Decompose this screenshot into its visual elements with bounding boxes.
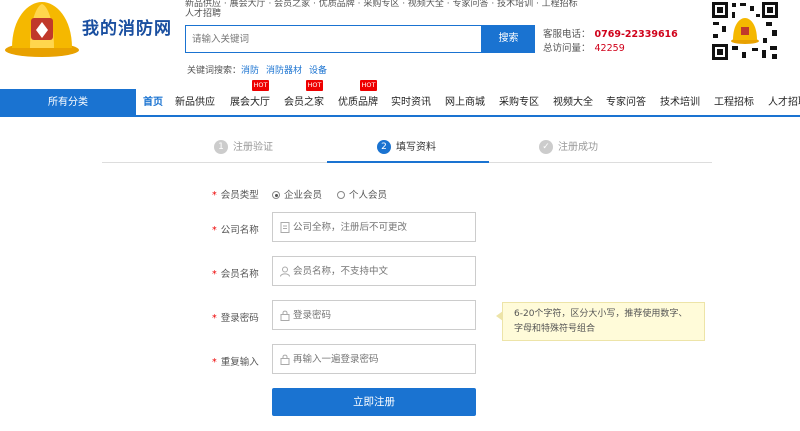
hotline-label: 客服电话： [543,29,591,40]
nav-item-home[interactable]: 首页 [143,89,163,117]
password-field [272,300,476,330]
nav-item-members[interactable]: 会员之家 HOT [284,80,324,117]
visits-count: 42259 [594,43,625,54]
nav-item-label: 展会大厅 [230,97,270,108]
password-label: * 登录密码 [212,313,259,324]
check-icon: ✓ [539,140,553,154]
register-now-button[interactable]: 立即注册 [272,388,476,416]
nav-item-experts[interactable]: 专家问答 [606,89,646,117]
nav-item-new-products[interactable]: 新品供应 [175,89,215,117]
top-links-secondary[interactable]: 人才招聘 [185,6,221,19]
radio-button-icon[interactable] [337,191,345,199]
visits-label: 总访问量： [543,43,591,54]
hotline-number: 0769-22339616 [594,29,678,40]
site-header: 我的消防网 新品供应 · 展会大厅 · 会员之家 · 优质品牌 · 采购专区 ·… [0,0,800,89]
member-name-label: * 会员名称 [212,269,259,280]
password-tip: 6-20个字符，区分大小写，推荐使用数字、字母和特殊符号组合 [496,302,705,341]
top-links[interactable]: 新品供应 · 展会大厅 · 会员之家 · 优质品牌 · 采购专区 · 视频大全 … [185,0,578,9]
step-label: 注册成功 [558,142,598,153]
main-nav: 所有分类 首页 新品供应 展会大厅 HOT 会员之家 HOT 优质品牌 HOT 实时资… [0,80,800,117]
company-name-input[interactable] [293,213,473,241]
member-name-field [272,256,476,286]
step-label: 填写资料 [396,142,436,153]
step-verify: 1 注册验证 [214,137,273,163]
keyword-link[interactable]: 消防 [241,66,259,76]
hot-badge: HOT [252,80,269,91]
hotline: 客服电话： 0769-22339616 [543,26,678,40]
nav-item-brands[interactable]: 优质品牌 HOT [338,80,378,117]
radio-label: 个人会员 [349,190,388,201]
lock-icon [280,310,290,321]
keyword-link[interactable]: 设备 [309,66,327,76]
search-box [185,25,482,53]
nav-item-purchase[interactable]: 采购专区 [499,89,539,117]
keyword-search: 关键词搜索：消防 消防器材 设备 [187,63,334,76]
company-name-field [272,212,476,242]
nav-item-label: 优质品牌 [338,97,378,108]
member-type-label: * 会员类型 [212,190,259,201]
step-number: 1 [214,140,228,154]
member-name-input[interactable] [293,257,473,285]
search-input[interactable] [186,26,481,52]
step-fill-info: 2 填写资料 [377,137,436,163]
step-success: ✓ 注册成功 [539,137,598,163]
nav-item-jobs[interactable]: 人才招聘 [768,89,800,117]
nav-item-exhibition[interactable]: 展会大厅 HOT [230,80,270,117]
radio-button-icon[interactable] [272,191,280,199]
fire-helmet-logo-icon[interactable] [4,0,82,58]
qr-code-icon [710,0,780,62]
visit-counter: 总访问量： 42259 [543,40,625,54]
confirm-password-field [272,344,476,374]
nav-item-label: 会员之家 [284,97,324,108]
radio-label: 企业会员 [284,190,323,201]
keyword-link[interactable]: 消防器材 [266,66,302,76]
nav-item-videos[interactable]: 视频大全 [553,89,593,117]
hot-badge: HOT [306,80,323,91]
confirm-password-label: * 重复输入 [212,357,259,368]
step-label: 注册验证 [233,142,273,153]
registration-steps: 1 注册验证 2 填写资料 ✓ 注册成功 [102,137,712,163]
nav-item-bidding[interactable]: 工程招标 [714,89,754,117]
nav-item-news[interactable]: 实时资讯 [391,89,431,117]
radio-personal-member[interactable]: 个人会员 [337,187,387,201]
lock-icon [280,354,290,365]
search-button[interactable]: 搜索 [482,25,535,53]
all-categories-button[interactable]: 所有分类 [0,89,136,117]
keywords-label: 关键词搜索： [187,66,242,76]
document-icon [280,222,290,233]
password-input[interactable] [293,301,473,329]
hot-badge: HOT [360,80,377,91]
active-step-indicator [327,161,489,163]
step-number: 2 [377,140,391,154]
confirm-password-input[interactable] [293,345,473,373]
site-name[interactable]: 我的消防网 [82,14,172,39]
radio-enterprise-member[interactable]: 企业会员 [272,187,322,201]
company-name-label: * 公司名称 [212,225,259,236]
nav-item-training[interactable]: 技术培训 [660,89,700,117]
user-icon [280,266,290,277]
nav-item-mall[interactable]: 网上商城 [445,89,485,117]
